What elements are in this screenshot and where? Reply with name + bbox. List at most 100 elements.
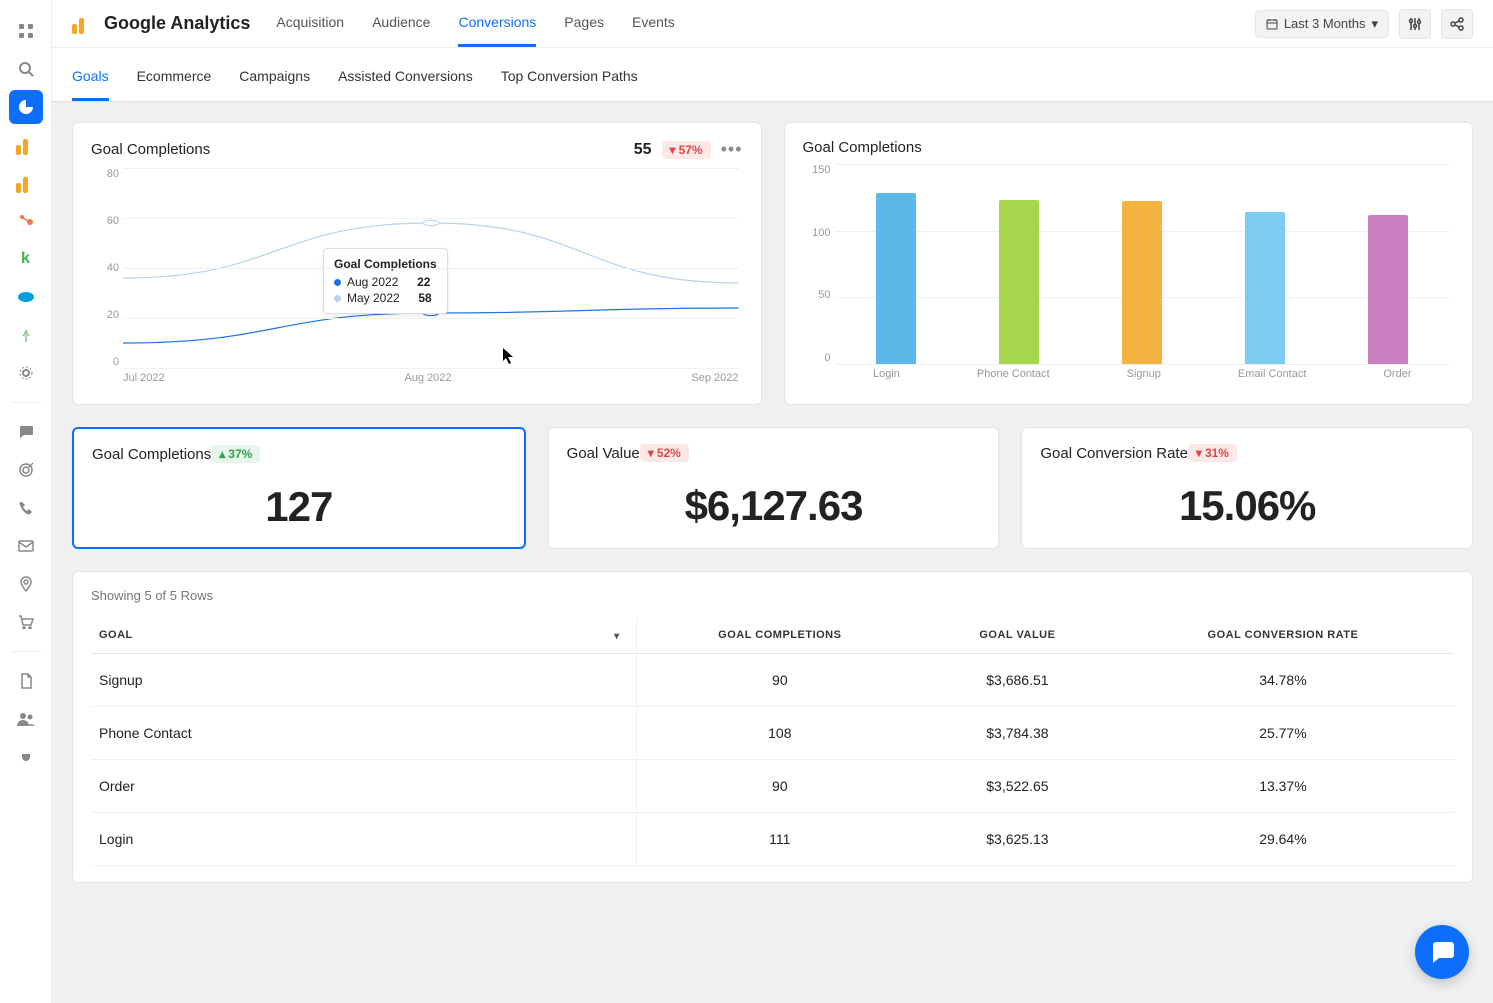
caret-down-icon: ▾	[648, 446, 654, 460]
goals-table: GOAL▾ GOAL COMPLETIONS GOAL VALUE GOAL C…	[91, 617, 1454, 866]
kpi-card-2[interactable]: Goal Conversion Rate▾31% 15.06%	[1021, 427, 1473, 549]
chat-bubble-icon	[1429, 940, 1455, 964]
kpi-card-1[interactable]: Goal Value▾52%$6,127.63	[548, 427, 1000, 549]
topbar: Google Analytics Acquisition Audience Co…	[52, 0, 1493, 48]
cell-value: $3,522.65	[923, 760, 1112, 813]
th-goal[interactable]: GOAL▾	[91, 617, 636, 654]
kpi-delta-badge: ▾52%	[640, 444, 689, 462]
content-area: Goal Completions 55 ▾ 57% ••• 806040200	[52, 102, 1493, 1003]
nav-mail-icon[interactable]	[9, 529, 43, 563]
goals-table-card: Showing 5 of 5 Rows GOAL▾ GOAL COMPLETIO…	[72, 571, 1473, 883]
cell-goal: Order	[91, 760, 636, 813]
cell-rate: 25.77%	[1112, 707, 1454, 760]
tab-pages[interactable]: Pages	[564, 0, 604, 47]
nav-plug-icon[interactable]	[9, 740, 43, 774]
subtab-assisted[interactable]: Assisted Conversions	[338, 68, 473, 101]
table-row[interactable]: Signup90$3,686.5134.78%	[91, 654, 1454, 707]
line-card-value: 55	[634, 141, 652, 159]
nav-cloud-icon[interactable]	[9, 280, 43, 314]
nav-k-icon[interactable]: k	[9, 242, 43, 276]
th-value[interactable]: GOAL VALUE	[923, 617, 1112, 654]
nav-dashboard-icon[interactable]	[9, 90, 43, 124]
nav-plant-icon[interactable]	[9, 318, 43, 352]
bar-email-contact[interactable]	[1245, 212, 1285, 364]
cell-rate: 29.64%	[1112, 813, 1454, 866]
bar-order[interactable]	[1368, 215, 1408, 364]
calendar-icon	[1266, 18, 1278, 30]
cell-value: $3,784.38	[923, 707, 1112, 760]
kpi-title: Goal Completions	[92, 446, 211, 463]
bar-signup[interactable]	[1122, 201, 1162, 364]
line-x-axis: Jul 2022Aug 2022Sep 2022	[123, 372, 739, 388]
nav-search-icon[interactable]	[9, 52, 43, 86]
bar-chart[interactable]: 150100500 LoginPhone ContactSignupEmail …	[803, 164, 1455, 384]
nav-target-icon[interactable]	[9, 453, 43, 487]
chat-fab-button[interactable]	[1415, 925, 1469, 979]
cell-goal: Phone Contact	[91, 707, 636, 760]
caret-down-icon: ▾	[1196, 446, 1202, 460]
table-row[interactable]: Login111$3,625.1329.64%	[91, 813, 1454, 866]
nav-pin-icon[interactable]	[9, 567, 43, 601]
nav-hubspot-icon[interactable]	[9, 204, 43, 238]
line-card-title: Goal Completions	[91, 141, 210, 158]
cell-rate: 34.78%	[1112, 654, 1454, 707]
caret-down-icon: ▾	[670, 143, 676, 157]
th-rate[interactable]: GOAL CONVERSION RATE	[1112, 617, 1454, 654]
cell-value: $3,625.13	[923, 813, 1112, 866]
line-card-menu-button[interactable]: •••	[721, 139, 743, 160]
nav-apps-icon[interactable]	[9, 14, 43, 48]
cell-completions: 108	[636, 707, 923, 760]
date-range-label: Last 3 Months	[1284, 16, 1366, 31]
kpi-title: Goal Conversion Rate	[1040, 445, 1188, 462]
date-range-button[interactable]: Last 3 Months ▾	[1255, 10, 1389, 38]
kpi-card-0[interactable]: Goal Completions▴37%127	[72, 427, 526, 549]
line-tooltip: Goal Completions Aug 2022 22 May 2022 58	[323, 248, 448, 314]
cell-completions: 111	[636, 813, 923, 866]
cell-value: $3,686.51	[923, 654, 1112, 707]
th-completions[interactable]: GOAL COMPLETIONS	[636, 617, 923, 654]
nav-phone-icon[interactable]	[9, 491, 43, 525]
bar-login[interactable]	[876, 193, 916, 364]
subtab-campaigns[interactable]: Campaigns	[239, 68, 310, 101]
tab-events[interactable]: Events	[632, 0, 675, 47]
tab-conversions[interactable]: Conversions	[458, 0, 536, 47]
cell-goal: Login	[91, 813, 636, 866]
tab-audience[interactable]: Audience	[372, 0, 430, 47]
settings-sliders-button[interactable]	[1399, 9, 1431, 39]
bar-phone-contact[interactable]	[999, 200, 1039, 364]
ga-logo-icon	[72, 14, 92, 34]
cell-completions: 90	[636, 654, 923, 707]
line-plot: Goal Completions Aug 2022 22 May 2022 58	[123, 168, 739, 368]
table-row[interactable]: Phone Contact108$3,784.3825.77%	[91, 707, 1454, 760]
bar-y-axis: 150100500	[803, 164, 831, 364]
table-row[interactable]: Order90$3,522.6513.37%	[91, 760, 1454, 813]
nav-gear-icon[interactable]	[9, 356, 43, 390]
line-card-delta-badge: ▾ 57%	[662, 141, 711, 159]
sort-desc-icon: ▾	[614, 631, 620, 642]
kpi-title: Goal Value	[567, 445, 640, 462]
nav-cart-icon[interactable]	[9, 605, 43, 639]
left-nav: k	[0, 0, 52, 1003]
nav-users-icon[interactable]	[9, 702, 43, 736]
cell-rate: 13.37%	[1112, 760, 1454, 813]
tab-acquisition[interactable]: Acquisition	[276, 0, 344, 47]
nav-ga-orange-icon[interactable]	[9, 128, 43, 162]
subtab-ecommerce[interactable]: Ecommerce	[137, 68, 212, 101]
kpi-value: 15.06%	[1040, 482, 1454, 530]
share-button[interactable]	[1441, 9, 1473, 39]
cell-goal: Signup	[91, 654, 636, 707]
page-title: Google Analytics	[104, 13, 250, 34]
chevron-down-icon: ▾	[1371, 16, 1378, 32]
primary-tabs: Acquisition Audience Conversions Pages E…	[276, 0, 674, 47]
nav-ga-orange2-icon[interactable]	[9, 166, 43, 200]
bar-card-title: Goal Completions	[803, 139, 922, 156]
goal-completions-bar-card: Goal Completions 150100500 LoginPhone Co…	[784, 122, 1474, 405]
bar-plot	[835, 164, 1451, 364]
subtab-goals[interactable]: Goals	[72, 68, 109, 101]
subtab-top-paths[interactable]: Top Conversion Paths	[501, 68, 638, 101]
line-chart[interactable]: 806040200 Goal Completions Aug 2022 22 M…	[91, 168, 743, 388]
kpi-delta-badge: ▾31%	[1188, 444, 1237, 462]
nav-chat-icon[interactable]	[9, 415, 43, 449]
nav-doc-icon[interactable]	[9, 664, 43, 698]
bar-x-axis: LoginPhone ContactSignupEmail ContactOrd…	[835, 368, 1451, 384]
